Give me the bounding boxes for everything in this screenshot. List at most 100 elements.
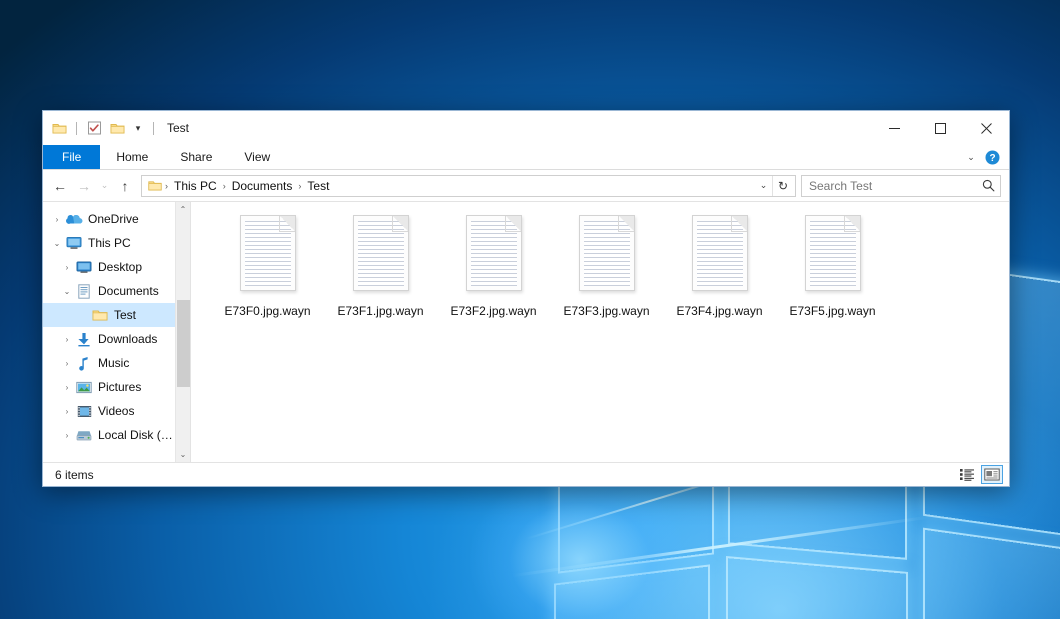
chevron-right-icon[interactable]: ›	[59, 407, 75, 416]
harddisk-icon	[75, 427, 93, 443]
chevron-down-icon[interactable]: ⌄	[59, 287, 75, 296]
qat-separator-2	[153, 122, 154, 135]
generic-document-icon	[462, 215, 526, 297]
computer-icon	[65, 235, 83, 251]
close-button[interactable]	[963, 111, 1009, 145]
search-input[interactable]	[809, 179, 982, 193]
new-folder-icon[interactable]	[108, 119, 126, 137]
forward-button[interactable]: →	[72, 175, 96, 197]
wallpaper-ray-1	[512, 516, 928, 577]
navigation-pane: › OneDrive ⌄	[43, 202, 191, 462]
ribbon-spacer	[286, 145, 963, 169]
chevron-right-icon[interactable]: ›	[49, 215, 65, 224]
folder-icon[interactable]	[50, 119, 68, 137]
sidebar-item-label: Local Disk (C:)	[98, 428, 175, 442]
sidebar-item-desktop[interactable]: › Desktop	[43, 255, 175, 279]
status-bar: 6 items	[43, 462, 1009, 486]
file-name: E73F4.jpg.wayn	[674, 303, 764, 319]
refresh-icon[interactable]: ↻	[772, 176, 793, 196]
details-view-button[interactable]	[956, 465, 978, 484]
generic-document-icon	[236, 215, 300, 297]
generic-document-icon	[801, 215, 865, 297]
file-name: E73F2.jpg.wayn	[448, 303, 538, 319]
sidebar-item-videos[interactable]: › Videos	[43, 399, 175, 423]
breadcrumb-dropdown-icon[interactable]: ⌄	[755, 180, 772, 191]
breadcrumb-item-this-pc[interactable]: This PC	[169, 178, 222, 194]
scrollbar-track[interactable]	[176, 217, 191, 447]
chevron-right-icon[interactable]: ›	[59, 263, 75, 272]
scroll-up-arrow-icon[interactable]: ⌃	[176, 202, 191, 217]
navigation-scrollbar[interactable]: ⌃ ⌄	[175, 202, 190, 462]
sidebar-item-pictures[interactable]: › Pictures	[43, 375, 175, 399]
search-box[interactable]	[801, 175, 1001, 197]
sidebar-item-label: Desktop	[98, 260, 142, 274]
maximize-button[interactable]	[917, 111, 963, 145]
recent-locations-button[interactable]: ⌄	[96, 175, 113, 197]
file-item[interactable]: E73F4.jpg.wayn	[663, 212, 776, 319]
file-item[interactable]: E73F2.jpg.wayn	[437, 212, 550, 319]
qat-dropdown-icon[interactable]: ▾	[131, 120, 145, 136]
breadcrumb-item-documents[interactable]: Documents	[227, 178, 298, 194]
tab-file[interactable]: File	[43, 145, 100, 169]
quick-access-toolbar: ▾	[50, 119, 157, 137]
sidebar-item-local-disk-c[interactable]: › Local Disk (C:)	[43, 423, 175, 447]
sidebar-item-label: Pictures	[98, 380, 141, 394]
tab-home[interactable]: Home	[100, 145, 164, 169]
sidebar-item-test[interactable]: Test	[43, 303, 175, 327]
documents-icon	[75, 283, 93, 299]
file-name: E73F5.jpg.wayn	[787, 303, 877, 319]
desktop-icon	[75, 259, 93, 275]
back-button[interactable]: ←	[48, 175, 72, 197]
chevron-right-icon[interactable]: ›	[59, 431, 75, 440]
file-grid: E73F0.jpg.wayn E73F1.jpg.wayn E73F2.jpg.…	[211, 212, 1009, 319]
breadcrumb-item-test[interactable]: Test	[302, 178, 334, 194]
view-toggle-group	[956, 465, 1003, 484]
svg-text:?: ?	[989, 153, 995, 164]
large-icons-view-button[interactable]	[981, 465, 1003, 484]
sidebar-item-onedrive[interactable]: › OneDrive	[43, 207, 175, 231]
file-item[interactable]: E73F0.jpg.wayn	[211, 212, 324, 319]
file-item[interactable]: E73F1.jpg.wayn	[324, 212, 437, 319]
search-icon	[982, 179, 995, 192]
help-icon[interactable]: ?	[985, 150, 1000, 165]
breadcrumb: This PC › Documents › Test	[169, 178, 755, 194]
tab-view[interactable]: View	[228, 145, 286, 169]
properties-icon[interactable]	[85, 119, 103, 137]
chevron-right-icon[interactable]: ›	[59, 335, 75, 344]
tab-share[interactable]: Share	[164, 145, 228, 169]
sidebar-item-documents[interactable]: ⌄ Documents	[43, 279, 175, 303]
videos-icon	[75, 403, 93, 419]
generic-document-icon	[688, 215, 752, 297]
downloads-icon	[75, 331, 93, 347]
sidebar-item-this-pc[interactable]: ⌄ This PC	[43, 231, 175, 255]
window-title: Test	[167, 121, 189, 135]
chevron-right-icon[interactable]: ›	[59, 383, 75, 392]
window-controls	[871, 111, 1009, 145]
generic-document-icon	[575, 215, 639, 297]
sidebar-item-label: Music	[98, 356, 129, 370]
item-count-label: 6 items	[55, 468, 94, 482]
file-list-pane[interactable]: E73F0.jpg.wayn E73F1.jpg.wayn E73F2.jpg.…	[191, 202, 1009, 462]
sidebar-item-downloads[interactable]: › Downloads	[43, 327, 175, 351]
file-name: E73F3.jpg.wayn	[561, 303, 651, 319]
music-icon	[75, 355, 93, 371]
file-name: E73F0.jpg.wayn	[222, 303, 312, 319]
window-body: › OneDrive ⌄	[43, 201, 1009, 462]
file-item[interactable]: E73F5.jpg.wayn	[776, 212, 889, 319]
wallpaper-pane-5	[728, 558, 906, 619]
file-item[interactable]: E73F3.jpg.wayn	[550, 212, 663, 319]
sidebar-item-music[interactable]: › Music	[43, 351, 175, 375]
sidebar-item-label: Downloads	[98, 332, 157, 346]
chevron-down-icon[interactable]: ⌄	[49, 239, 65, 248]
scrollbar-thumb[interactable]	[177, 300, 190, 387]
minimize-button[interactable]	[871, 111, 917, 145]
file-name: E73F1.jpg.wayn	[335, 303, 425, 319]
chevron-down-icon[interactable]: ⌄	[963, 152, 979, 163]
wallpaper-glow-2	[470, 470, 690, 619]
up-button[interactable]: ↑	[113, 175, 137, 197]
breadcrumb-bar[interactable]: › This PC › Documents › Test ⌄ ↻	[141, 175, 796, 197]
chevron-right-icon[interactable]: ›	[59, 359, 75, 368]
wallpaper-pane-6	[925, 530, 1060, 619]
scroll-down-arrow-icon[interactable]: ⌄	[176, 447, 191, 462]
generic-document-icon	[349, 215, 413, 297]
